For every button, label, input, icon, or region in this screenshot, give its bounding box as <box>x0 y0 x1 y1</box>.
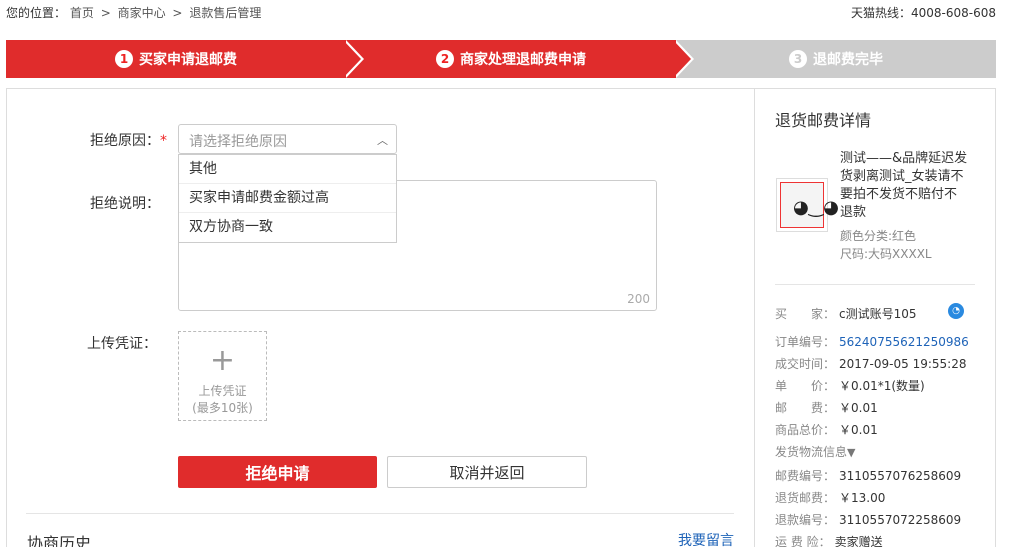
reason-placeholder: 请选择拒绝原因 <box>189 134 287 150</box>
info-label: 邮费编号： <box>775 469 836 483</box>
upload-button[interactable]: + 上传凭证 (最多10张) <box>178 331 267 421</box>
info-label: 商品总价： <box>775 423 836 437</box>
triangle-down-icon: ▼ <box>847 446 856 459</box>
info-postage-no: 邮费编号： 3110557076258609 <box>775 467 961 484</box>
cancel-button[interactable]: 取消并返回 <box>387 456 587 488</box>
step-divider <box>673 40 691 78</box>
info-label: 退货邮费： <box>775 491 836 505</box>
info-deal-time: 成交时间： 2017-09-05 19:55:28 <box>775 355 966 372</box>
info-return-postage: 退货邮费： ￥13.00 <box>775 489 885 506</box>
upload-title: 上传凭证 <box>198 384 247 398</box>
info-label: 订单编号： <box>775 335 836 349</box>
leave-message-link[interactable]: 我要留言 <box>678 530 734 547</box>
info-refund-no: 退款编号： 3110557072258609 <box>775 511 961 528</box>
info-order-no: 订单编号： 56240755621250986 <box>775 333 969 350</box>
chat-icon[interactable]: ◔ <box>948 303 964 319</box>
reason-label-text: 拒绝原因： <box>90 133 160 149</box>
breadcrumb: 您的位置： 首页 > 商家中心 > 退款售后管理 <box>6 4 261 21</box>
plus-icon: + <box>209 343 236 378</box>
info-label: 单 价： <box>775 379 836 393</box>
info-value: ￥0.01 <box>839 401 878 415</box>
desc-label: 拒绝说明： <box>90 196 160 212</box>
reason-option-other[interactable]: 其他 <box>179 155 396 184</box>
required-mark: * <box>160 133 167 149</box>
upload-label: 上传凭证： <box>87 336 157 352</box>
breadcrumb-separator: > <box>100 6 111 20</box>
breadcrumb-separator: > <box>172 6 183 20</box>
info-value: 3110557076258609 <box>839 469 962 483</box>
order-number-link[interactable]: 56240755621250986 <box>839 335 969 349</box>
info-unit-price: 单 价： ￥0.01*1(数量) <box>775 377 925 394</box>
step-complete: 3 退邮费完毕 <box>676 40 996 78</box>
info-value: 2017-09-05 19:55:28 <box>839 357 967 371</box>
step-merchant-process: 2 商家处理退邮费申请 <box>346 40 676 78</box>
reason-label: 拒绝原因：* <box>90 130 167 150</box>
step-divider <box>343 40 361 78</box>
detail-divider <box>775 284 975 285</box>
info-logistics-toggle[interactable]: 发货物流信息▼ <box>775 443 855 460</box>
info-value: 3110557072258609 <box>839 513 962 527</box>
reason-option-too-high[interactable]: 买家申请邮费金额过高 <box>179 184 396 213</box>
product-color: 颜色分类:红色 <box>840 229 917 243</box>
info-label: 运 费 险： <box>775 535 831 547</box>
product-size: 尺码:大码XXXXL <box>840 247 932 261</box>
info-label: 邮 费： <box>775 401 836 415</box>
step-label: 退邮费完毕 <box>813 52 883 68</box>
breadcrumb-refund-management[interactable]: 退款售后管理 <box>189 6 261 20</box>
info-value: ￥0.01*1(数量) <box>839 379 925 393</box>
info-buyer: 买 家： c测试账号105 <box>775 305 917 322</box>
step-number: 1 <box>115 50 133 68</box>
breadcrumb-home[interactable]: 首页 <box>70 6 94 20</box>
info-value: ￥0.01 <box>839 423 878 437</box>
info-label: 退款编号： <box>775 513 836 527</box>
info-label: 买 家： <box>775 307 836 321</box>
reject-button[interactable]: 拒绝申请 <box>178 456 377 488</box>
breadcrumb-merchant-center[interactable]: 商家中心 <box>118 6 166 20</box>
breadcrumb-prefix: 您的位置： <box>6 6 67 20</box>
info-label: 发货物流信息 <box>775 445 848 459</box>
char-count: 200 <box>627 292 650 306</box>
step-number: 2 <box>436 50 454 68</box>
product-image: ◕‿◕ <box>780 182 839 228</box>
info-value: ￥13.00 <box>839 491 886 505</box>
history-title: 协商历史 <box>27 534 92 547</box>
step-number: 3 <box>789 50 807 68</box>
detail-title: 退货邮费详情 <box>775 111 872 130</box>
reason-dropdown: 其他 买家申请邮费金额过高 双方协商一致 <box>178 154 397 243</box>
info-label: 成交时间： <box>775 357 836 371</box>
info-total: 商品总价： ￥0.01 <box>775 421 878 438</box>
top-bar: 您的位置： 首页 > 商家中心 > 退款售后管理 天猫热线：4008-608-6… <box>0 0 1014 26</box>
tmall-cat-icon: ◕‿◕ <box>793 197 839 218</box>
section-divider <box>26 513 734 514</box>
product-name[interactable]: 测试——&品牌延迟发货剥离测试_女装请不要拍不发货不赔付不退款 <box>840 150 968 222</box>
hotline: 天猫热线：4008-608-608 <box>850 6 996 20</box>
upload-limit: (最多10张) <box>192 401 253 415</box>
step-buyer-apply: 1 买家申请退邮费 <box>6 40 346 78</box>
info-value: 卖家赠送 <box>834 535 883 547</box>
info-postage: 邮 费： ￥0.01 <box>775 399 878 416</box>
step-label: 买家申请退邮费 <box>139 52 237 68</box>
progress-steps: 1 买家申请退邮费 2 商家处理退邮费申请 3 退邮费完毕 <box>6 40 996 78</box>
info-shipping-insurance: 运 费 险： 卖家赠送 <box>775 533 883 547</box>
step-label: 商家处理退邮费申请 <box>460 52 586 68</box>
reason-option-agreed[interactable]: 双方协商一致 <box>179 213 396 242</box>
reason-select[interactable]: 请选择拒绝原因 ︿ <box>178 124 397 154</box>
info-value: c测试账号105 <box>839 307 917 321</box>
chevron-up-icon: ︿ <box>377 134 388 147</box>
product-thumbnail[interactable]: ◕‿◕ <box>776 178 839 232</box>
